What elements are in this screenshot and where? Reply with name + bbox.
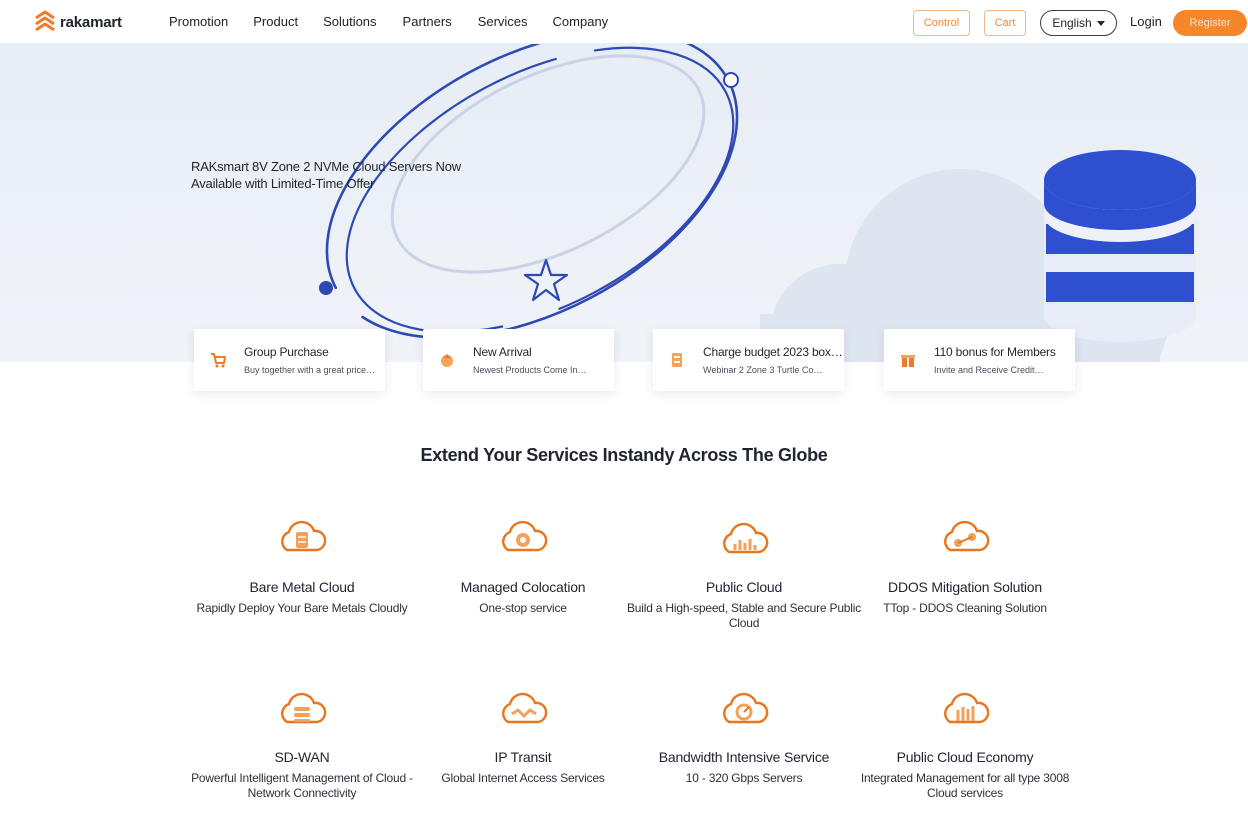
card-subtitle: Newest Products Come In…: [473, 365, 587, 375]
nav-item-partners[interactable]: Partners: [403, 14, 452, 29]
card-subtitle: Webinar 2 Zone 3 Turtle Co…: [703, 365, 823, 375]
brand-logo[interactable]: rakamart: [34, 10, 122, 34]
nav-item-promotion[interactable]: Promotion: [169, 14, 228, 29]
new-icon: [441, 354, 453, 367]
cloud-economy-icon: [944, 692, 990, 724]
brand-name: rakamart: [60, 13, 122, 31]
card-title: New Arrival: [473, 345, 532, 359]
orbit-rings: [325, 44, 739, 340]
cart-icon: [211, 353, 226, 368]
database-icon: [1044, 150, 1196, 342]
sd-wan-icon: [281, 692, 327, 724]
nav-item-product[interactable]: Product: [253, 14, 298, 29]
card-title: 110 bonus for Members: [934, 345, 1056, 359]
service-desc: Integrated Management for all type 3008 …: [860, 771, 1070, 800]
logo-mark-icon: [35, 10, 55, 32]
gift-icon: [901, 355, 915, 367]
hero-headline: RAKsmart 8V Zone 2 NVMe Cloud Servers No…: [191, 158, 461, 192]
card-subtitle: Invite and Receive Credit…: [934, 365, 1044, 375]
service-bandwidth-intensive[interactable]: Bandwidth Intensive Service 10 - 320 Gbp…: [624, 690, 864, 786]
console-button[interactable]: Control: [913, 10, 970, 36]
card-title: Group Purchase: [244, 345, 329, 359]
service-title: Bandwidth Intensive Service: [658, 749, 830, 765]
register-button[interactable]: Register: [1173, 10, 1247, 36]
service-ip-transit[interactable]: IP Transit Global Internet Access Servic…: [403, 690, 643, 786]
ip-transit-icon: [502, 692, 548, 724]
main-nav: Promotion Product Solutions Partners Ser…: [169, 14, 608, 29]
language-selector[interactable]: English: [1040, 10, 1117, 36]
server-icon: [672, 353, 682, 367]
hero-line-1: RAKsmart 8V Zone 2 NVMe Cloud Servers No…: [191, 159, 461, 174]
service-ddos-mitigation[interactable]: DDOS Mitigation Solution TTop - DDOS Cle…: [845, 520, 1085, 616]
cart-button[interactable]: Cart: [984, 10, 1026, 36]
service-title: DDOS Mitigation Solution: [888, 579, 1042, 595]
service-desc: Build a High-speed, Stable and Secure Pu…: [626, 601, 862, 630]
service-title: Managed Colocation: [460, 579, 586, 595]
feature-card-group-purchase[interactable]: Group Purchase Buy together with a great…: [194, 329, 385, 391]
hero-illustration: [319, 44, 1196, 362]
nav-item-company[interactable]: Company: [553, 14, 609, 29]
bandwidth-icon: [723, 692, 769, 724]
ddos-icon: [944, 520, 990, 552]
service-title: Public Cloud Economy: [896, 749, 1034, 765]
service-public-cloud[interactable]: Public Cloud Build a High-speed, Stable …: [624, 520, 864, 631]
star-icon: [523, 258, 569, 302]
service-bare-metal-cloud[interactable]: Bare Metal Cloud Rapidly Deploy Your Bar…: [182, 520, 422, 616]
feature-card-charge-budget[interactable]: Charge budget 2023 box… Webinar 2 Zone 3…: [653, 329, 844, 391]
service-public-cloud-economy[interactable]: Public Cloud Economy Integrated Manageme…: [845, 690, 1085, 801]
feature-card-new-arrival[interactable]: New Arrival Newest Products Come In…: [423, 329, 614, 391]
feature-card-member-bonus[interactable]: 110 bonus for Members Invite and Receive…: [884, 329, 1075, 391]
service-sd-wan[interactable]: SD-WAN Powerful Intelligent Management o…: [182, 690, 422, 801]
service-desc: Global Internet Access Services: [441, 771, 605, 785]
orbit-dot-right: [723, 72, 739, 88]
orbit-dot-left: [319, 281, 333, 295]
nav-item-services[interactable]: Services: [478, 14, 528, 29]
chevron-down-icon: [1096, 20, 1105, 26]
service-desc: One-stop service: [479, 601, 567, 615]
service-title: Bare Metal Cloud: [249, 579, 355, 595]
language-label: English: [1052, 16, 1092, 30]
service-title: Public Cloud: [705, 579, 783, 595]
nav-item-solutions[interactable]: Solutions: [323, 14, 376, 29]
service-desc: 10 - 320 Gbps Servers: [685, 771, 803, 785]
top-navigation: rakamart Promotion Product Solutions Par…: [0, 0, 1248, 44]
service-managed-colocation[interactable]: Managed Colocation One-stop service: [403, 520, 643, 616]
hero-line-2: Available with Limited-Time Offer: [191, 176, 375, 191]
service-title: SD-WAN: [274, 749, 330, 765]
card-subtitle: Buy together with a great price…: [244, 365, 376, 375]
public-cloud-icon: [723, 522, 769, 554]
bare-metal-cloud-icon: [281, 520, 327, 552]
service-title: IP Transit: [494, 749, 552, 765]
service-desc: TTop - DDOS Cleaning Solution: [883, 601, 1047, 615]
hero-banner[interactable]: RAKsmart 8V Zone 2 NVMe Cloud Servers No…: [0, 44, 1248, 362]
card-title: Charge budget 2023 box…: [703, 345, 843, 359]
service-desc: Rapidly Deploy Your Bare Metals Cloudly: [196, 601, 408, 615]
service-desc: Powerful Intelligent Management of Cloud…: [191, 771, 413, 800]
services-heading: Extend Your Services Instandy Across The…: [420, 445, 828, 465]
login-link[interactable]: Login: [1130, 14, 1162, 29]
colocation-icon: [502, 520, 548, 552]
